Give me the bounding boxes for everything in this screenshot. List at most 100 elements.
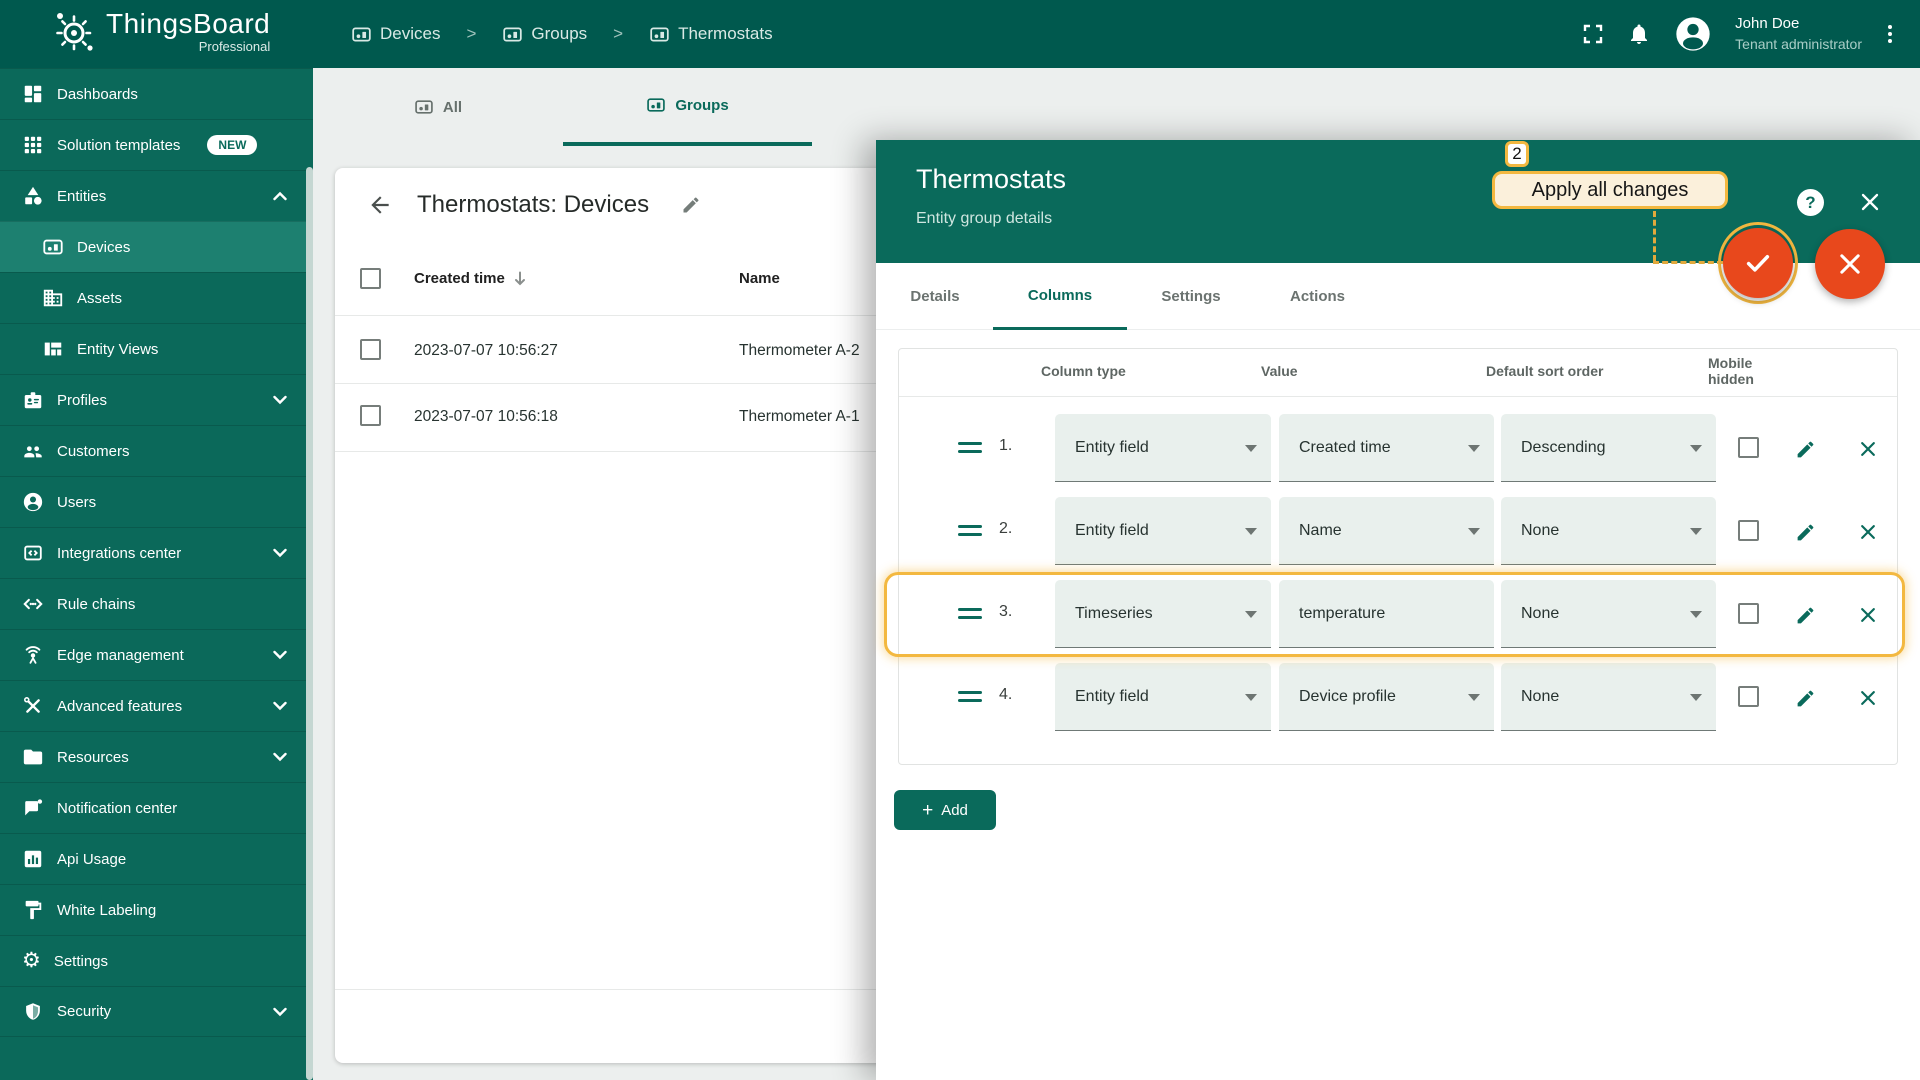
thingsboard-logo[interactable]: ThingsBoard Professional: [50, 8, 270, 54]
sidebar-item-api-usage[interactable]: Api Usage: [0, 833, 313, 884]
tab-groups[interactable]: Groups: [563, 68, 812, 146]
chevron-down-icon: [273, 1007, 287, 1016]
value-select[interactable]: Device profile: [1279, 663, 1494, 731]
sort-order-select[interactable]: Descending: [1501, 414, 1716, 482]
tab-all[interactable]: All: [375, 68, 501, 146]
sort-order-select[interactable]: None: [1501, 663, 1716, 731]
tools-icon: [22, 695, 44, 717]
column-header-created-time[interactable]: Created time: [414, 270, 527, 287]
column-type-select[interactable]: Entity field: [1055, 663, 1271, 731]
bar-chart-icon: [22, 848, 44, 870]
select-all-checkbox[interactable]: [360, 268, 381, 289]
tab-actions[interactable]: Actions: [1255, 263, 1380, 330]
apply-changes-button[interactable]: [1723, 228, 1793, 298]
view-quilt-icon: [42, 338, 64, 360]
column-config-row-highlighted: 3. Timeseries temperature None: [899, 580, 1899, 648]
drag-handle-icon[interactable]: [958, 691, 982, 707]
edit-pencil-icon[interactable]: [1792, 436, 1818, 462]
add-button-label: Add: [941, 801, 968, 819]
edit-pencil-icon[interactable]: [1792, 519, 1818, 545]
column-type-select[interactable]: Entity field: [1055, 414, 1271, 482]
row-checkbox[interactable]: [360, 339, 381, 360]
breadcrumb-thermostats[interactable]: Thermostats: [649, 24, 773, 45]
sidebar-scrollbar[interactable]: [306, 167, 313, 1080]
sidebar-item-entity-views[interactable]: Entity Views: [0, 323, 313, 374]
sidebar-item-label: Profiles: [57, 391, 108, 409]
sidebar-item-label: Advanced features: [57, 697, 183, 715]
sidebar-item-edge-management[interactable]: Edge management: [0, 629, 313, 680]
drag-handle-icon[interactable]: [958, 525, 982, 541]
sidebar-item-customers[interactable]: Customers: [0, 425, 313, 476]
cell-created-time: 2023-07-07 10:56:18: [414, 408, 558, 425]
edit-pencil-icon[interactable]: [681, 195, 701, 215]
sidebar-item-security[interactable]: Security: [0, 986, 313, 1037]
column-type-select[interactable]: Entity field: [1055, 497, 1271, 565]
sidebar-item-assets[interactable]: Assets: [0, 272, 313, 323]
logo-title: ThingsBoard: [106, 7, 271, 39]
fullscreen-icon[interactable]: [1581, 22, 1605, 46]
sidebar-item-notification-center[interactable]: Notification center: [0, 782, 313, 833]
sidebar-item-label: Assets: [77, 289, 123, 307]
sidebar-item-entities[interactable]: Entities: [0, 170, 313, 221]
mobile-hidden-checkbox[interactable]: [1738, 437, 1759, 458]
sidebar-item-devices[interactable]: Devices: [0, 221, 313, 272]
column-config-row: 4. Entity field Device profile None: [899, 663, 1899, 731]
sidebar-item-label: Users: [57, 493, 97, 511]
drag-handle-icon[interactable]: [958, 608, 982, 624]
plus-icon: +: [922, 799, 934, 821]
close-icon[interactable]: [1858, 190, 1882, 214]
dashboard-icon: [22, 83, 44, 105]
sidebar-item-resources[interactable]: Resources: [0, 731, 313, 782]
user-info[interactable]: John Doe Tenant administrator: [1735, 14, 1862, 53]
sidebar-item-rule-chains[interactable]: Rule chains: [0, 578, 313, 629]
tab-columns[interactable]: Columns: [993, 263, 1127, 330]
sidebar-item-label: Integrations center: [57, 544, 182, 562]
dropdown-arrow-icon: [1245, 611, 1257, 618]
column-header-name[interactable]: Name: [739, 270, 780, 287]
mobile-hidden-checkbox[interactable]: [1738, 686, 1759, 707]
avatar-icon[interactable]: [1673, 14, 1713, 54]
breadcrumb-groups[interactable]: Groups: [502, 24, 587, 45]
check-icon: [1746, 255, 1770, 272]
mobile-hidden-checkbox[interactable]: [1738, 520, 1759, 541]
sidebar-item-profiles[interactable]: Profiles: [0, 374, 313, 425]
cell-name: Thermometer A-1: [739, 408, 860, 425]
cell-created-time: 2023-07-07 10:56:27: [414, 342, 558, 359]
drag-handle-icon[interactable]: [958, 442, 982, 458]
delete-x-icon[interactable]: [1855, 436, 1881, 462]
delete-x-icon[interactable]: [1855, 602, 1881, 628]
sidebar-item-settings[interactable]: ⚙ Settings: [0, 935, 313, 986]
back-arrow-button[interactable]: [365, 190, 395, 220]
tab-details[interactable]: Details: [880, 263, 990, 330]
notifications-bell-icon[interactable]: [1627, 22, 1651, 46]
mobile-hidden-checkbox[interactable]: [1738, 603, 1759, 624]
edit-pencil-icon[interactable]: [1792, 685, 1818, 711]
kebab-menu-icon[interactable]: [1884, 21, 1896, 47]
sidebar-item-solution-templates[interactable]: Solution templates NEW: [0, 119, 313, 170]
delete-x-icon[interactable]: [1855, 685, 1881, 711]
category-icon: [22, 185, 44, 207]
delete-x-icon[interactable]: [1855, 519, 1881, 545]
chevron-down-icon: [273, 752, 287, 762]
value-select[interactable]: Created time: [1279, 414, 1494, 482]
sidebar-item-integrations-center[interactable]: Integrations center: [0, 527, 313, 578]
help-icon[interactable]: ?: [1797, 189, 1824, 216]
column-type-select[interactable]: Timeseries: [1055, 580, 1271, 648]
sidebar-item-advanced-features[interactable]: Advanced features: [0, 680, 313, 731]
value-select[interactable]: Name: [1279, 497, 1494, 565]
tab-settings[interactable]: Settings: [1130, 263, 1252, 330]
sort-order-select[interactable]: None: [1501, 497, 1716, 565]
sort-order-select[interactable]: None: [1501, 580, 1716, 648]
sidebar-item-label: Entity Views: [77, 340, 159, 358]
sidebar-item-white-labeling[interactable]: White Labeling: [0, 884, 313, 935]
drawer-title: Thermostats: [916, 164, 1067, 194]
value-input[interactable]: temperature: [1279, 580, 1494, 648]
add-column-button[interactable]: + Add: [894, 790, 996, 830]
breadcrumb: Devices > Groups > Thermostats: [351, 0, 773, 68]
edit-pencil-icon[interactable]: [1792, 602, 1818, 628]
breadcrumb-devices[interactable]: Devices: [351, 24, 440, 45]
sidebar-item-users[interactable]: Users: [0, 476, 313, 527]
row-checkbox[interactable]: [360, 405, 381, 426]
sidebar-item-dashboards[interactable]: Dashboards: [0, 68, 313, 119]
discard-changes-button[interactable]: [1815, 229, 1885, 299]
